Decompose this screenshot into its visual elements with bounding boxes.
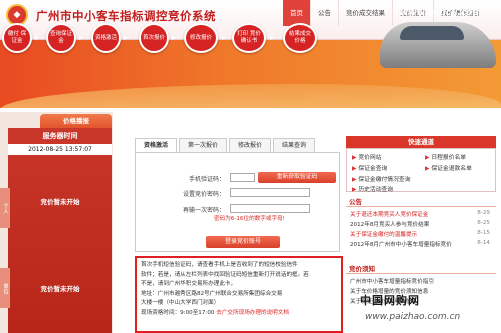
guide-title: 竞价须知: [349, 265, 375, 273]
announcement-header: [346, 196, 496, 207]
nav-results[interactable]: 竞价成交结果: [338, 0, 392, 26]
personal-label: 个人: [0, 188, 10, 228]
personal-status: 竞价暂未开始: [40, 198, 80, 206]
notice-line: 大楼一楼（中山大学西门对面）: [141, 300, 220, 306]
quick-link[interactable]: ▶ 历史活动查询: [352, 184, 393, 193]
step-first-bid[interactable]: 首次报价: [139, 23, 169, 53]
tab-bar: 资格激活 第一次报价 修改报价 结果查询: [135, 138, 317, 152]
server-time: 2012-08-25 13:57:07: [8, 144, 112, 155]
notice-line: 不是，请到广州华积交易所办理此卡，: [141, 281, 237, 287]
tab-modify-bid[interactable]: 修改报价: [229, 138, 272, 152]
step-query-deposit[interactable]: 查询保证金: [46, 23, 76, 53]
price-broadcast-tab[interactable]: 价格播报: [40, 114, 112, 128]
set-password-label: 设置竞价密码：: [182, 191, 225, 198]
phone-code-label: 手机验证码：: [188, 176, 225, 183]
quick-link[interactable]: ▶ 保证金退款名单: [425, 163, 472, 172]
watermark-url: www.paizhao.com.cn: [365, 312, 461, 322]
watermark-cn: 中国网购网: [360, 294, 420, 307]
tab-activate[interactable]: 资格激活: [135, 138, 178, 152]
get-code-button[interactable]: 重新获取验证码: [258, 172, 336, 183]
server-time-label: 服务器时间: [42, 132, 78, 140]
banner-wave: [0, 84, 501, 108]
step-modify-bid[interactable]: 修改报价: [184, 23, 218, 53]
arrow-icon: ▸: [79, 33, 84, 42]
repeat-password-label: 再输一次密码：: [182, 207, 225, 214]
nav-home[interactable]: 首页: [283, 0, 310, 26]
notice-line: 地址：广州市越秀区路82号广州联合交易所集团综合交易: [141, 290, 283, 297]
quick-link[interactable]: ▶ 保证金查询: [352, 163, 387, 172]
arrow-icon: ▸: [222, 33, 227, 42]
login-button[interactable]: 登录竞价账号: [206, 236, 280, 248]
step-pay-deposit[interactable]: 缴付 保证金: [2, 23, 32, 53]
step-result-price[interactable]: 结果成交价格: [283, 23, 317, 53]
quick-link[interactable]: ▶ 竞价网站: [352, 152, 382, 161]
site-url: www.gzqcjj.com: [400, 8, 482, 18]
password-hint: 密码为6-16位的数字或字母!: [214, 216, 285, 222]
notice-box: 首次手机短信验证码，请查看手机上是否收到了的短信校验信件 软件；若是，请从左栏列…: [135, 256, 343, 333]
notice-hours: 现场资格时间：9:00至17:00: [141, 309, 215, 316]
notice-line: 现场资格时间：9:00至17:00 去广交所现场办理的说明文档: [141, 309, 337, 319]
notice-line: 首次手机短信验证码，请查看手机上是否收到了的短信校验信件: [141, 262, 298, 268]
quick-access-title: 快速通道: [346, 136, 496, 148]
phone-code-input[interactable]: [230, 173, 255, 182]
tab-result[interactable]: 结果查询: [273, 138, 316, 152]
announcement-item[interactable]: 2012年8月竞买人参与竞价结果 8-25: [350, 220, 490, 228]
company-status: 竞价暂未开始: [40, 285, 80, 293]
tab-first-bid[interactable]: 第一次报价: [179, 138, 228, 152]
arrow-icon: ▸: [35, 33, 40, 42]
guide-item[interactable]: 广州市中小客车增量指标竞价指引: [350, 277, 434, 285]
announcement-item[interactable]: 关于退还本期竞买人竞价保证金 8-29: [350, 210, 490, 218]
arrow-icon: ▸: [172, 33, 177, 42]
step-print-confirmation[interactable]: 打印 竞价确认书: [232, 23, 266, 53]
quick-link[interactable]: ▶ 日程报价名单: [425, 152, 466, 161]
price-box: [8, 128, 112, 333]
set-password-input[interactable]: [230, 188, 310, 197]
announcement-title: 公告: [349, 198, 362, 206]
car-window: [400, 26, 464, 40]
quick-link[interactable]: ▶ 保证金缴付情况查询: [352, 174, 411, 183]
notice-line: 软件；若是，请从左栏列表中找回验证码短信重新打开说话的框。若: [141, 271, 309, 278]
announcement-item[interactable]: 关于保证金缴付的温馨提示 8-15: [350, 230, 490, 238]
notice-link[interactable]: 去广交所现场办理的说明文档: [216, 310, 289, 316]
nav-announcement[interactable]: 公告: [310, 0, 338, 26]
repeat-password-input[interactable]: [230, 204, 310, 213]
step-activate[interactable]: 资格激活: [91, 23, 121, 53]
arrow-icon: ▸: [270, 33, 275, 42]
announcement-item[interactable]: 2012年8月广州市中小客车增量指标竞价 8-14: [350, 240, 490, 248]
arrow-icon: ▸: [124, 33, 129, 42]
site-title: 广州市中小客车指标调控竞价系统: [36, 9, 216, 23]
